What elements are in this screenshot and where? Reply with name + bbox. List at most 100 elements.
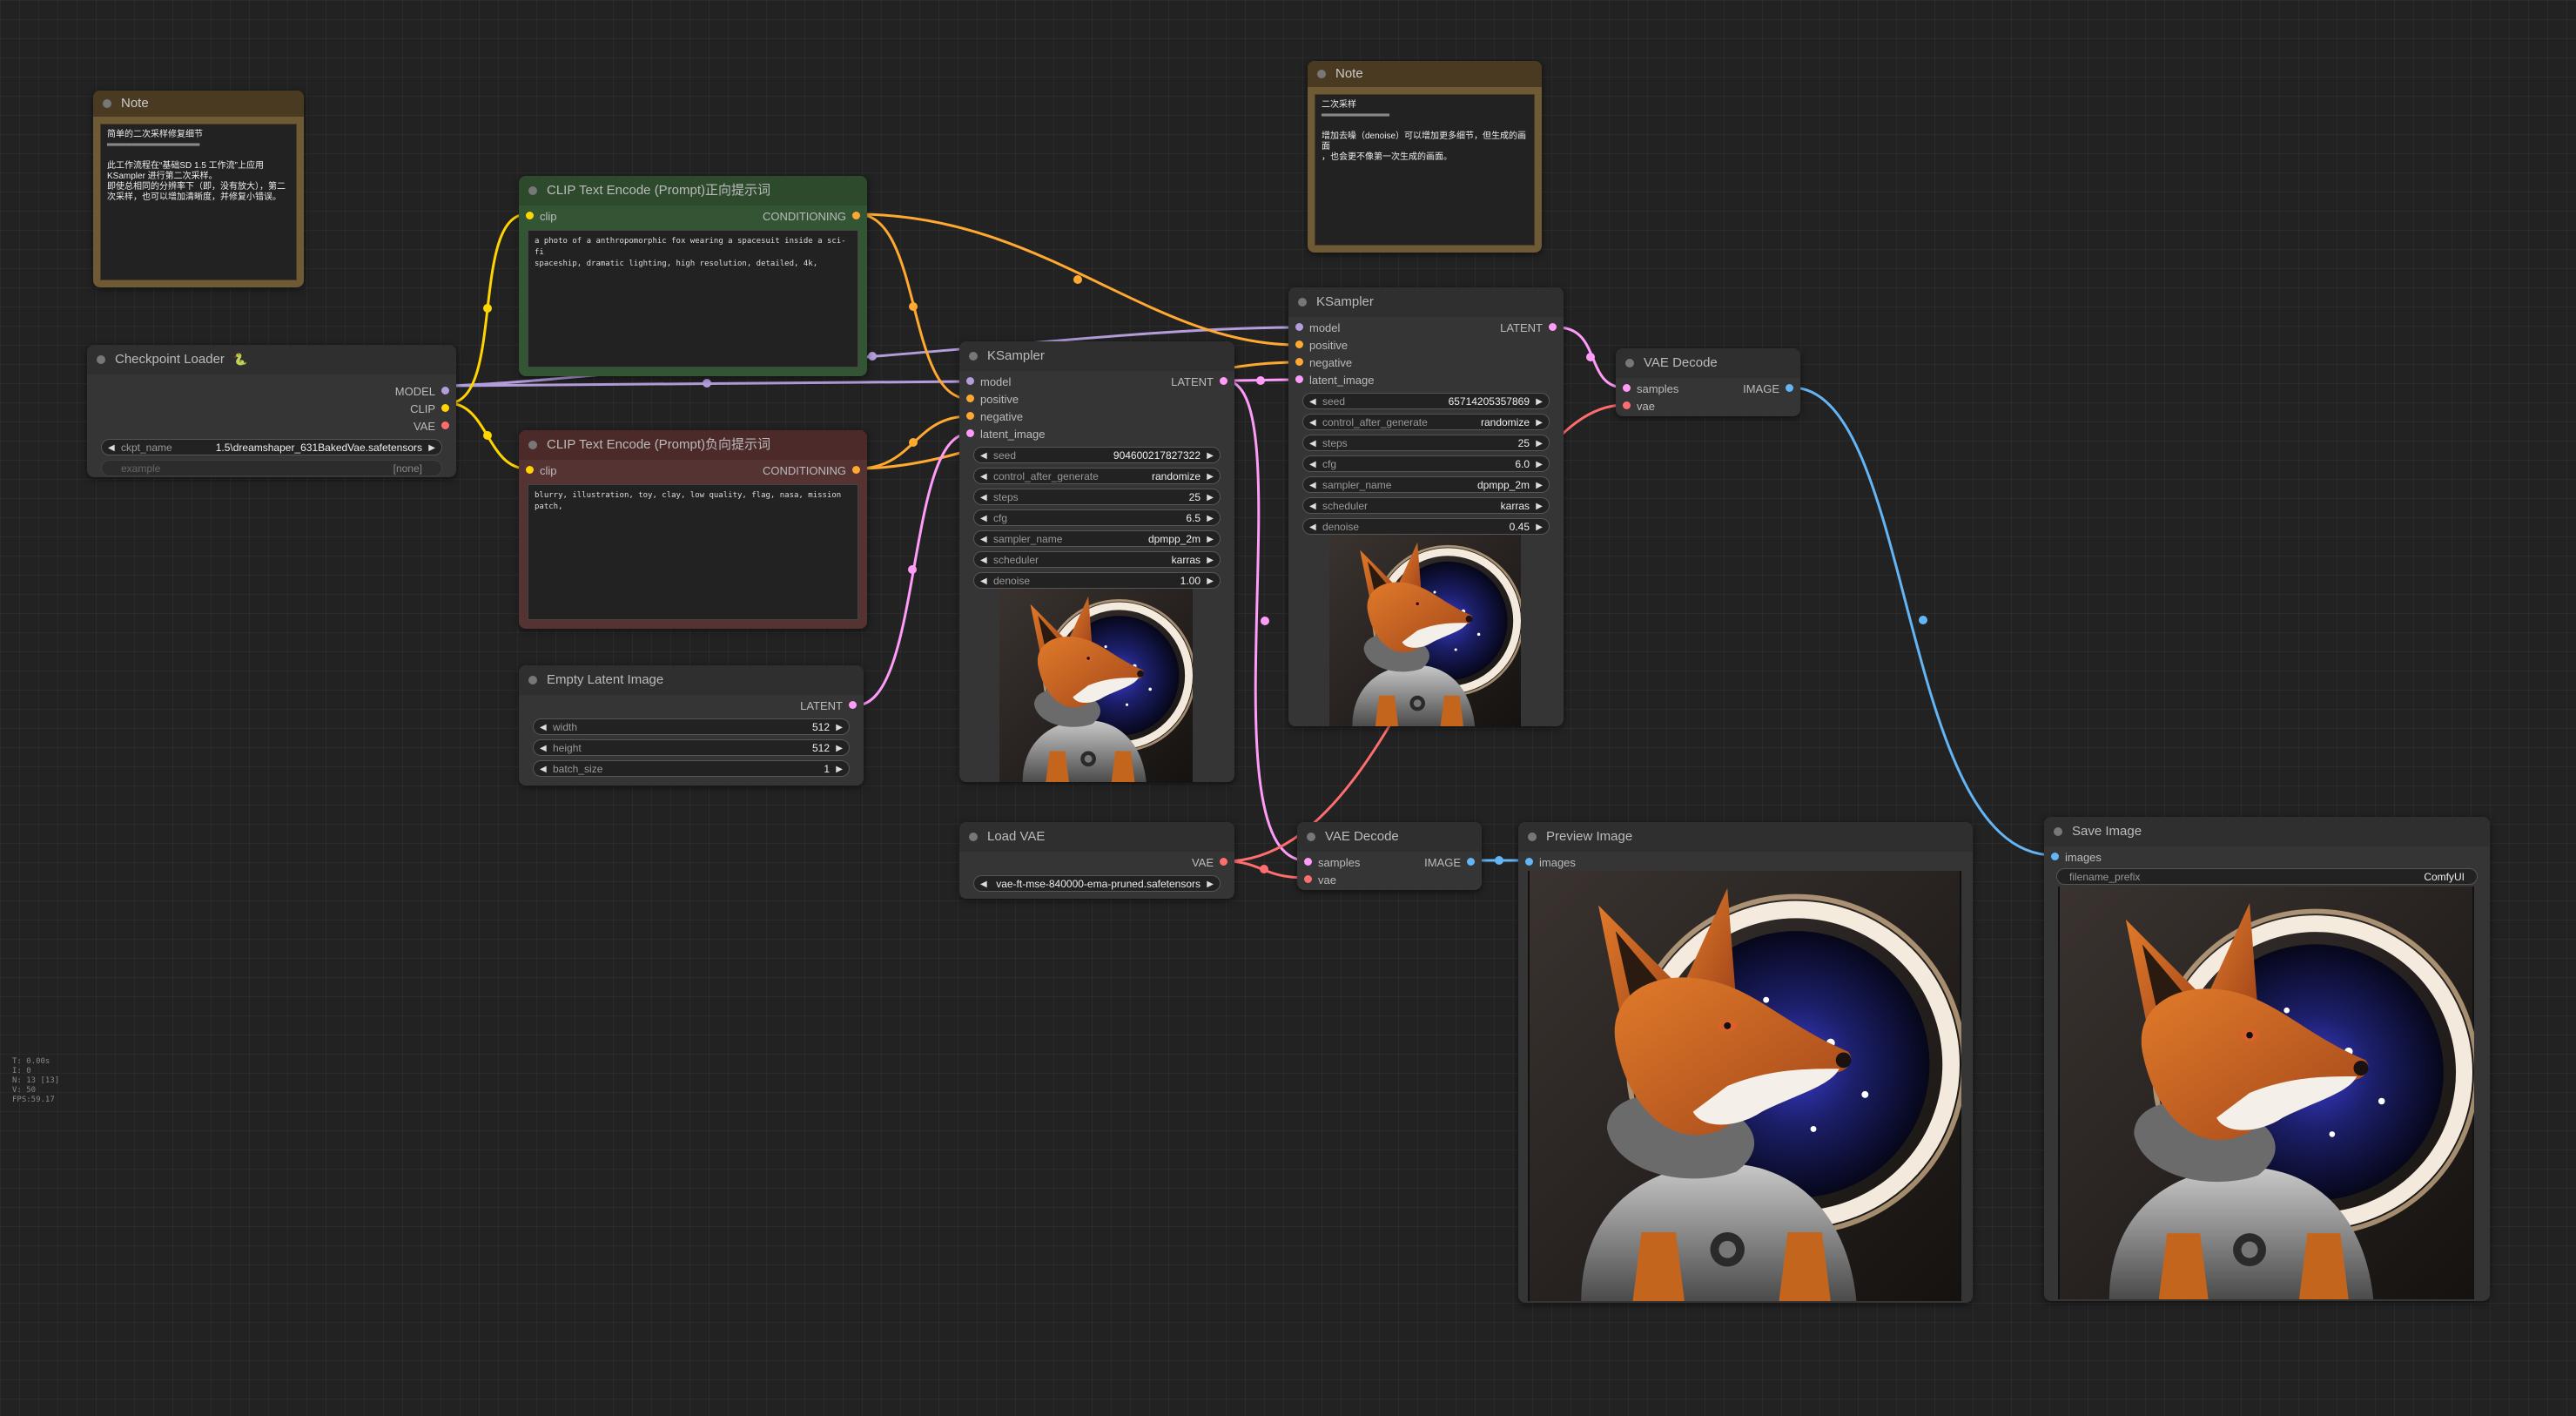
left-arrow-icon[interactable]: ◀: [540, 740, 547, 757]
right-arrow-icon[interactable]: ▶: [1207, 876, 1214, 893]
node-title-bar[interactable]: Empty Latent Image: [519, 665, 864, 695]
input-slot-samples[interactable]: samples IMAGE: [1297, 853, 1482, 871]
preview-image-node[interactable]: Preview Image images: [1518, 822, 1973, 1303]
sampler-name-widget[interactable]: ◀ sampler_name dpmpp_2m ▶: [973, 530, 1221, 547]
slot-dot-icon[interactable]: [441, 404, 449, 412]
node-title-bar[interactable]: VAE Decode: [1616, 348, 1800, 378]
slot-dot-icon[interactable]: [526, 466, 534, 474]
input-slot-model[interactable]: model LATENT: [959, 373, 1234, 390]
node-title-bar[interactable]: KSampler: [959, 341, 1234, 371]
seed-widget[interactable]: ◀ seed 904600217827322 ▶: [973, 447, 1221, 463]
right-arrow-icon[interactable]: ▶: [1207, 489, 1214, 506]
collapse-dot-icon[interactable]: [97, 355, 105, 364]
collapse-dot-icon[interactable]: [2054, 827, 2062, 836]
right-arrow-icon[interactable]: ▶: [1207, 469, 1214, 485]
slot-dot-icon[interactable]: [441, 421, 449, 429]
left-arrow-icon[interactable]: ◀: [540, 761, 547, 778]
filename-prefix-text-widget[interactable]: filename_prefix ComfyUI: [2056, 868, 2478, 885]
slot-dot-icon[interactable]: [1304, 875, 1312, 883]
right-arrow-icon[interactable]: ▶: [836, 761, 843, 778]
collapse-dot-icon[interactable]: [528, 186, 537, 195]
seed-widget[interactable]: ◀ seed 657142053578​69 ▶: [1302, 393, 1550, 409]
right-arrow-icon[interactable]: ▶: [1536, 435, 1543, 452]
slot-dot-icon[interactable]: [1304, 858, 1312, 866]
slot-dot-icon[interactable]: [966, 412, 974, 420]
slot-dot-icon[interactable]: [966, 394, 974, 402]
note-textarea[interactable]: 简单的二次采样修复细节 ═══════════════ 此工作流程在“基础SD …: [100, 124, 297, 280]
output-slot-model[interactable]: MODEL: [87, 382, 456, 400]
slot-dot-icon[interactable]: [1295, 358, 1303, 366]
right-arrow-icon[interactable]: ▶: [836, 740, 843, 757]
right-arrow-icon[interactable]: ▶: [1207, 552, 1214, 569]
vae-decode-node-first[interactable]: VAE Decode samples IMAGE vae: [1297, 822, 1482, 890]
steps-widget[interactable]: ◀ steps 25 ▶: [973, 489, 1221, 505]
note-title-bar[interactable]: Note: [93, 91, 304, 117]
collapse-dot-icon[interactable]: [528, 676, 537, 684]
right-arrow-icon[interactable]: ▶: [1536, 415, 1543, 431]
collapse-dot-icon[interactable]: [969, 352, 978, 361]
node-title-bar[interactable]: VAE Decode: [1297, 822, 1482, 852]
node-title-bar[interactable]: Preview Image: [1518, 822, 1973, 852]
node-title-bar[interactable]: Save Image: [2044, 817, 2490, 846]
load-vae-node[interactable]: Load VAE VAE ◀ vae-ft-mse-840000-ema-pru…: [959, 822, 1234, 899]
prompt-textarea[interactable]: a photo of a anthropomorphic fox wearing…: [528, 230, 858, 367]
ckpt-name-combo[interactable]: ◀ ckpt_name 1.5\dreamshaper_631BakedVae.…: [101, 439, 442, 455]
cfg-widget[interactable]: ◀ cfg 6.5 ▶: [973, 509, 1221, 526]
note-textarea[interactable]: 二次采样 ═══════════ 增加去噪（denoise）可以增加更多细节，但…: [1315, 94, 1535, 246]
input-slot-negative[interactable]: negative: [959, 408, 1234, 425]
saved-output-image[interactable]: [2058, 887, 2474, 1299]
slot-dot-icon[interactable]: [1549, 323, 1557, 331]
scheduler-widget[interactable]: ◀ scheduler karras ▶: [973, 551, 1221, 568]
note-title-bar[interactable]: Note: [1308, 61, 1542, 87]
left-arrow-icon[interactable]: ◀: [1309, 519, 1316, 536]
clip-io-row[interactable]: clip CONDITIONING: [519, 207, 867, 225]
cfg-widget[interactable]: ◀ cfg 6.0 ▶: [1302, 455, 1550, 472]
right-arrow-icon[interactable]: ▶: [1536, 394, 1543, 410]
batch-size-number-widget[interactable]: ◀ batch_size 1 ▶: [533, 760, 850, 777]
slot-dot-icon[interactable]: [966, 377, 974, 385]
input-slot-vae[interactable]: vae: [1616, 397, 1800, 415]
left-arrow-icon[interactable]: ◀: [980, 448, 987, 464]
left-arrow-icon[interactable]: ◀: [980, 876, 987, 893]
input-slot-latent-image[interactable]: latent_image: [1288, 371, 1564, 388]
prompt-textarea[interactable]: blurry, illustration, toy, clay, low qua…: [528, 484, 858, 620]
collapse-dot-icon[interactable]: [1298, 298, 1307, 307]
collapse-dot-icon[interactable]: [1307, 833, 1315, 841]
control-after-generate-widget[interactable]: ◀ control_after_generate randomize ▶: [973, 468, 1221, 484]
collapse-dot-icon[interactable]: [969, 833, 978, 841]
slot-dot-icon[interactable]: [441, 387, 449, 394]
node-title-bar[interactable]: KSampler: [1288, 287, 1564, 317]
slot-dot-icon[interactable]: [526, 212, 534, 219]
clip-text-encode-positive-node[interactable]: CLIP Text Encode (Prompt)正向提示词 clip COND…: [519, 176, 867, 376]
right-arrow-icon[interactable]: ▶: [428, 440, 435, 456]
slot-dot-icon[interactable]: [966, 429, 974, 437]
steps-widget[interactable]: ◀ steps 25 ▶: [1302, 435, 1550, 451]
control-after-generate-widget[interactable]: ◀ control_after_generate randomize ▶: [1302, 414, 1550, 430]
clip-text-encode-negative-node[interactable]: CLIP Text Encode (Prompt)负向提示词 clip COND…: [519, 430, 867, 629]
left-arrow-icon[interactable]: ◀: [980, 531, 987, 548]
empty-latent-image-node[interactable]: Empty Latent Image LATENT ◀ width 512 ▶ …: [519, 665, 864, 786]
output-slot-latent[interactable]: LATENT: [519, 697, 864, 714]
input-slot-vae[interactable]: vae: [1297, 871, 1482, 888]
slot-dot-icon[interactable]: [852, 212, 860, 219]
example-widget[interactable]: example [none]: [101, 460, 442, 476]
output-slot-vae[interactable]: VAE: [959, 853, 1234, 871]
input-slot-samples[interactable]: samples IMAGE: [1616, 380, 1800, 397]
node-title-bar[interactable]: CLIP Text Encode (Prompt)负向提示词: [519, 430, 867, 460]
output-slot-clip[interactable]: CLIP: [87, 400, 456, 417]
slot-dot-icon[interactable]: [1295, 341, 1303, 348]
height-number-widget[interactable]: ◀ height 512 ▶: [533, 739, 850, 756]
input-slot-positive[interactable]: positive: [959, 390, 1234, 408]
right-arrow-icon[interactable]: ▶: [1207, 510, 1214, 527]
right-arrow-icon[interactable]: ▶: [1536, 456, 1543, 473]
right-arrow-icon[interactable]: ▶: [1207, 531, 1214, 548]
vae-name-combo[interactable]: ◀ vae-ft-mse-840000-ema-pruned.safetenso…: [973, 875, 1221, 892]
slot-dot-icon[interactable]: [1295, 323, 1303, 331]
input-slot-images[interactable]: images: [2044, 848, 2490, 866]
vae-decode-node-second[interactable]: VAE Decode samples IMAGE vae: [1616, 348, 1800, 416]
slot-dot-icon[interactable]: [1525, 858, 1533, 866]
clip-io-row[interactable]: clip CONDITIONING: [519, 462, 867, 479]
left-arrow-icon[interactable]: ◀: [108, 440, 115, 456]
left-arrow-icon[interactable]: ◀: [1309, 477, 1316, 494]
left-arrow-icon[interactable]: ◀: [1309, 415, 1316, 431]
